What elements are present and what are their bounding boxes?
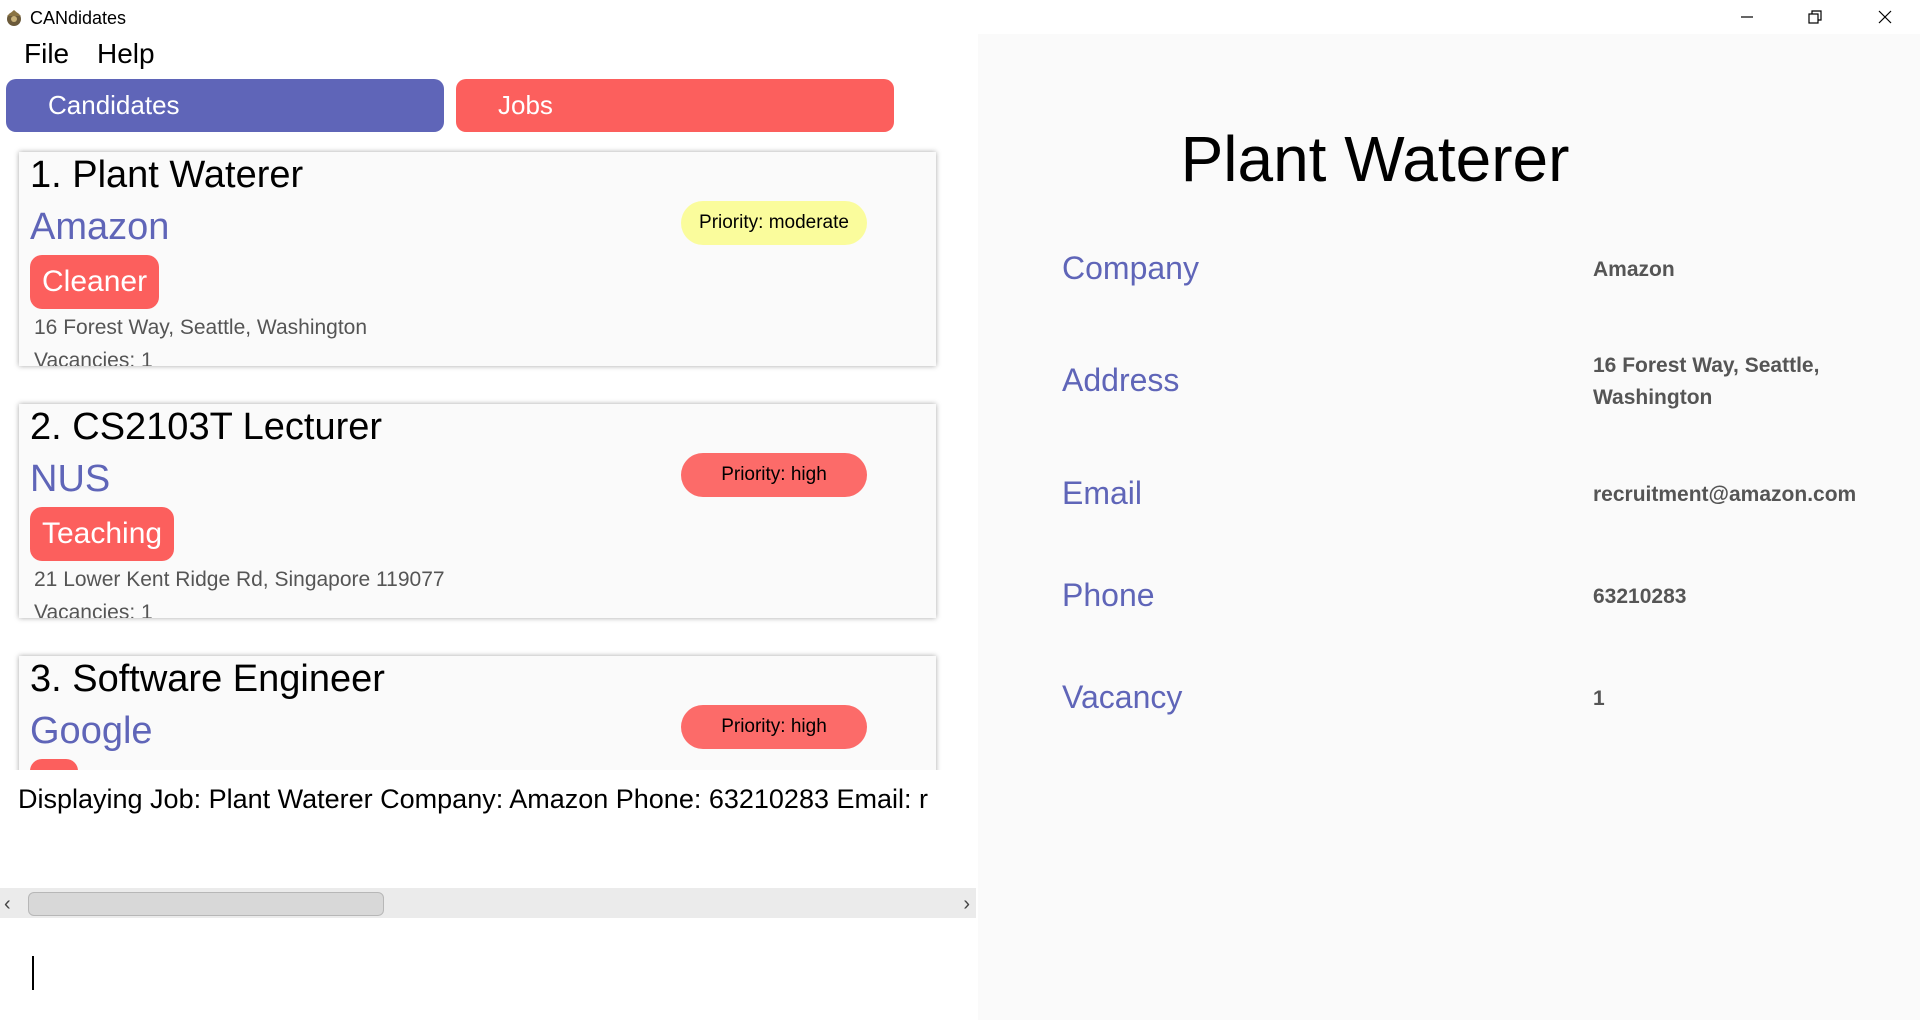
scroll-right-icon[interactable]: ›: [963, 893, 970, 916]
job-card[interactable]: 1. Plant Waterer Amazon Cleaner 16 Fores…: [19, 152, 936, 366]
job-title: 2. CS2103T Lecturer: [30, 406, 383, 448]
tab-candidates-label: Candidates: [48, 90, 180, 120]
tab-candidates[interactable]: Candidates: [6, 79, 444, 132]
minimize-icon: [1741, 16, 1753, 18]
job-tag: [30, 759, 78, 770]
job-title: 3. Software Engineer: [30, 658, 385, 700]
job-tag: Cleaner: [30, 255, 160, 309]
restore-button[interactable]: [1780, 0, 1850, 34]
job-company: Amazon: [30, 206, 170, 248]
job-card[interactable]: 2. CS2103T Lecturer NUS Teaching 21 Lowe…: [19, 404, 936, 618]
tab-jobs-label: Jobs: [498, 90, 553, 120]
job-list[interactable]: 1. Plant Waterer Amazon Cleaner 16 Fores…: [0, 142, 960, 770]
detail-value-address: 16 Forest Way, Seattle, Washington: [1593, 354, 1820, 409]
scrollbar-thumb[interactable]: [28, 892, 384, 916]
detail-title: Plant Waterer: [1180, 123, 1570, 195]
detail-value-company: Amazon: [1593, 258, 1675, 281]
job-company: NUS: [30, 458, 111, 500]
minimize-button[interactable]: [1712, 0, 1782, 34]
detail-value-email: recruitment@amazon.com: [1593, 483, 1857, 506]
result-text: Displaying Job: Plant Waterer Company: A…: [18, 784, 928, 814]
close-icon: [1878, 10, 1892, 24]
job-tag: Teaching: [30, 507, 175, 561]
detail-label-company: Company: [1062, 250, 1199, 286]
restore-icon: [1808, 10, 1822, 24]
job-company: Google: [30, 710, 153, 752]
window-title: CANdidates: [30, 8, 127, 28]
priority-badge: Priority: moderate: [681, 201, 867, 245]
menu-file[interactable]: File: [24, 38, 69, 70]
job-address: 21 Lower Kent Ridge Rd, Singapore 119077: [34, 568, 445, 591]
detail-value-phone: 63210283: [1593, 585, 1687, 608]
horizontal-scrollbar[interactable]: ‹ ›: [0, 888, 976, 918]
detail-label-vacancy: Vacancy: [1062, 679, 1183, 715]
detail-label-address: Address: [1062, 362, 1180, 398]
detail-label-email: Email: [1062, 475, 1143, 511]
priority-badge: Priority: high: [681, 705, 867, 749]
tab-jobs[interactable]: Jobs: [456, 79, 894, 132]
text-cursor: [32, 956, 34, 990]
job-vacancies: Vacancies: 1: [34, 601, 153, 618]
close-button[interactable]: [1850, 0, 1920, 34]
job-card[interactable]: 3. Software Engineer Google Priority: hi…: [19, 656, 936, 770]
job-title: 1. Plant Waterer: [30, 154, 304, 196]
priority-badge: Priority: high: [681, 453, 867, 497]
detail-label-phone: Phone: [1062, 577, 1155, 613]
scroll-left-icon[interactable]: ‹: [4, 893, 11, 916]
job-address: 16 Forest Way, Seattle, Washington: [34, 316, 368, 339]
detail-value-vacancy: 1: [1593, 687, 1605, 710]
app-logo-icon: [7, 10, 21, 26]
title-bar: CANdidates: [0, 0, 1920, 34]
result-display[interactable]: Displaying Job: Plant Waterer Company: A…: [14, 770, 974, 874]
command-input[interactable]: [0, 926, 976, 1020]
menu-help[interactable]: Help: [97, 38, 155, 70]
job-vacancies: Vacancies: 1: [34, 349, 153, 366]
